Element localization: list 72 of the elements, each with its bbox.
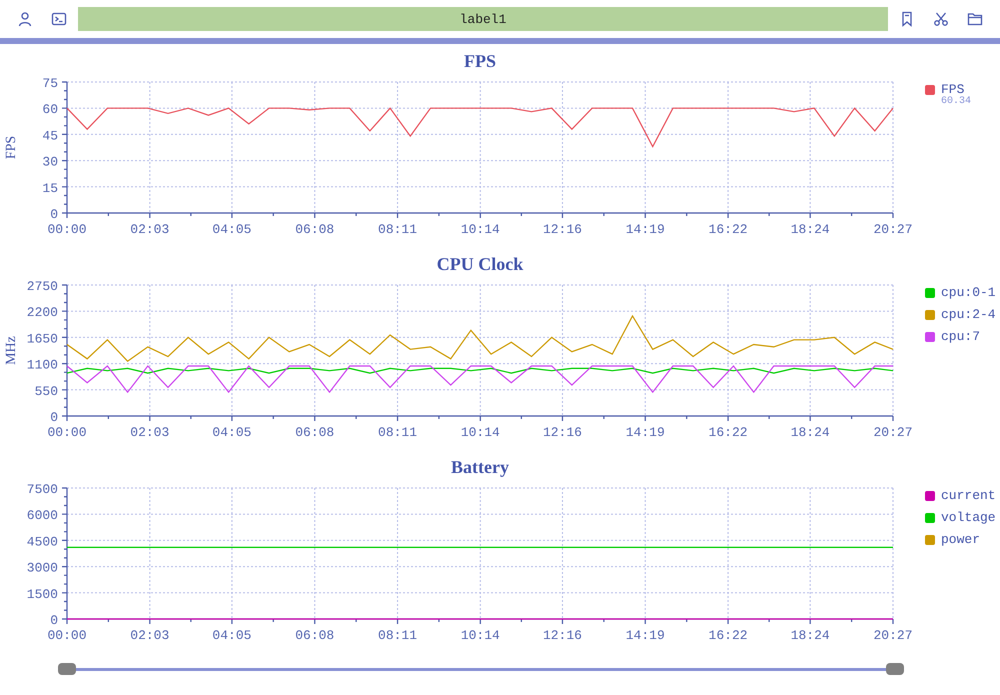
y-tick-label: 0 xyxy=(50,613,58,628)
x-tick-label: 06:08 xyxy=(295,425,334,440)
x-tick-label: 06:08 xyxy=(295,628,334,643)
y-axis-title: MHz xyxy=(4,336,19,365)
x-tick-label: 12:16 xyxy=(542,222,582,237)
y-tick-label: 550 xyxy=(34,384,58,399)
x-tick-label: 18:24 xyxy=(790,425,830,440)
y-tick-label: 60 xyxy=(42,102,58,118)
x-tick-label: 02:03 xyxy=(130,222,170,237)
slider-handle[interactable] xyxy=(886,663,904,675)
y-tick-label: 1650 xyxy=(26,331,58,346)
x-tick-label: 00:00 xyxy=(48,222,86,237)
legend-label[interactable]: cpu:2-4 xyxy=(941,307,996,322)
x-tick-label: 16:22 xyxy=(708,628,748,643)
x-tick-label: 10:14 xyxy=(460,222,500,237)
chart-title: FPS xyxy=(464,51,496,71)
scissors-icon[interactable] xyxy=(933,11,949,27)
y-tick-label: 15 xyxy=(42,180,58,196)
x-tick-label: 02:03 xyxy=(130,628,170,643)
y-tick-label: 0 xyxy=(50,410,58,425)
terminal-icon[interactable] xyxy=(51,11,67,27)
y-axis-title: FPS xyxy=(4,136,19,160)
x-tick-label: 20:27 xyxy=(874,222,912,237)
legend-label[interactable]: voltage xyxy=(941,510,996,525)
x-tick-label: 14:19 xyxy=(626,628,665,643)
y-tick-label: 0 xyxy=(50,207,58,222)
legend-label[interactable]: cpu:7 xyxy=(941,329,980,344)
x-tick-label: 14:19 xyxy=(626,222,665,237)
legend-label[interactable]: cpu:0-1 xyxy=(941,285,996,300)
x-tick-label: 04:05 xyxy=(212,628,252,643)
y-tick-label: 75 xyxy=(42,76,58,91)
x-tick-label: 00:00 xyxy=(48,628,86,643)
x-tick-label: 08:11 xyxy=(378,628,418,643)
legend-value: 60.34 xyxy=(941,96,972,107)
x-tick-label: 08:11 xyxy=(378,425,418,440)
legend-label[interactable]: power xyxy=(941,532,980,547)
y-tick-label: 6000 xyxy=(26,508,58,524)
y-tick-label: 4500 xyxy=(26,534,58,550)
x-tick-label: 18:24 xyxy=(790,628,830,643)
x-tick-label: 12:16 xyxy=(542,628,582,643)
x-tick-label: 02:03 xyxy=(130,425,170,440)
x-tick-label: 18:24 xyxy=(790,222,830,237)
y-tick-label: 30 xyxy=(42,154,58,170)
x-tick-label: 04:05 xyxy=(212,222,252,237)
x-tick-label: 20:27 xyxy=(874,425,912,440)
x-tick-label: 16:22 xyxy=(708,222,748,237)
y-tick-label: 2200 xyxy=(26,305,58,320)
x-tick-label: 00:00 xyxy=(48,425,86,440)
y-tick-label: 1500 xyxy=(26,586,58,602)
x-tick-label: 10:14 xyxy=(460,425,500,440)
x-tick-label: 14:19 xyxy=(626,425,665,440)
status-label: label1 xyxy=(78,7,888,31)
user-icon[interactable] xyxy=(17,11,33,27)
x-tick-label: 04:05 xyxy=(212,425,252,440)
x-tick-label: 10:14 xyxy=(460,628,500,643)
legend-label[interactable]: current xyxy=(941,488,996,503)
x-tick-label: 16:22 xyxy=(708,425,748,440)
y-tick-label: 3000 xyxy=(26,560,58,576)
x-tick-label: 20:27 xyxy=(874,628,912,643)
x-tick-label: 06:08 xyxy=(295,222,334,237)
y-tick-label: 45 xyxy=(42,128,58,144)
y-tick-label: 7500 xyxy=(26,482,58,497)
chart-title: Battery xyxy=(451,457,509,477)
chart-title: CPU Clock xyxy=(436,254,524,274)
slider-handle[interactable] xyxy=(58,663,76,675)
folder-icon[interactable] xyxy=(967,11,983,27)
x-tick-label: 12:16 xyxy=(542,425,582,440)
legend-label[interactable]: FPS xyxy=(941,82,964,97)
y-tick-label: 2750 xyxy=(26,279,58,294)
slider-track[interactable] xyxy=(76,668,886,670)
y-tick-label: 1100 xyxy=(26,358,58,373)
x-tick-label: 08:11 xyxy=(378,222,418,237)
